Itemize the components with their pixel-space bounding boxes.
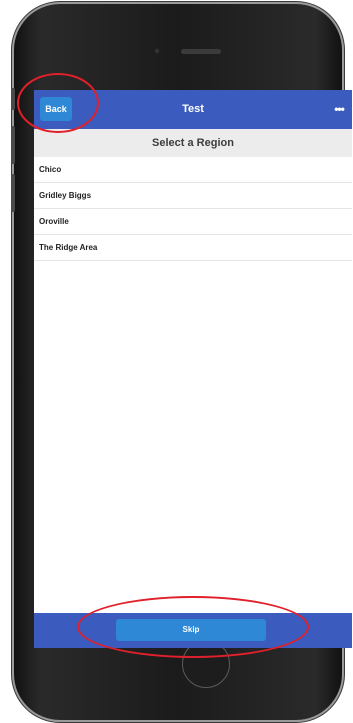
speaker-grille bbox=[181, 49, 221, 54]
back-button[interactable]: Back bbox=[40, 97, 72, 121]
volume-down-button bbox=[11, 174, 15, 212]
mute-switch bbox=[11, 88, 15, 110]
page-title: Test bbox=[182, 103, 204, 115]
region-item-the-ridge-area[interactable]: The Ridge Area bbox=[34, 235, 352, 261]
section-header: Select a Region bbox=[34, 129, 352, 157]
camera-icon bbox=[154, 48, 160, 54]
region-item-gridley-biggs[interactable]: Gridley Biggs bbox=[34, 183, 352, 209]
stage: Back Test ••• Select a Region Chico Grid… bbox=[0, 0, 353, 723]
region-item-chico[interactable]: Chico bbox=[34, 157, 352, 183]
region-list: Chico Gridley Biggs Oroville The Ridge A… bbox=[34, 157, 352, 261]
app-screen: Back Test ••• Select a Region Chico Grid… bbox=[34, 90, 352, 648]
more-horizontal-icon[interactable]: ••• bbox=[330, 101, 348, 117]
volume-up-button bbox=[11, 126, 15, 164]
region-item-oroville[interactable]: Oroville bbox=[34, 209, 352, 235]
skip-button[interactable]: Skip bbox=[116, 619, 266, 641]
footer-bar: Skip bbox=[34, 613, 352, 648]
navigation-bar: Back Test ••• bbox=[34, 90, 352, 129]
